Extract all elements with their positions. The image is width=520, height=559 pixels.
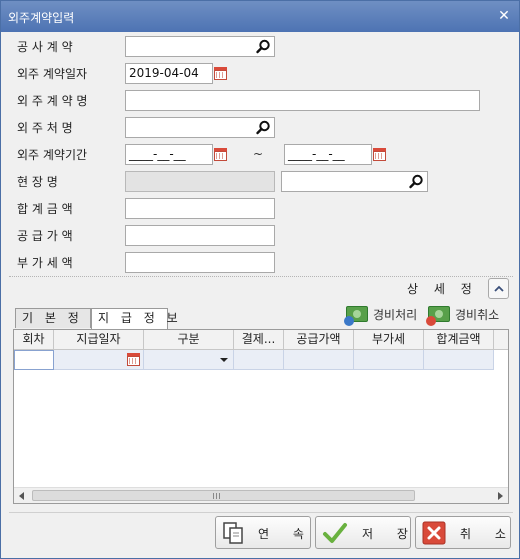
dropdown-arrow-icon[interactable] [220,358,228,362]
checkmark-icon [323,523,347,543]
column-header[interactable]: 결제... [234,330,284,350]
sum-cell[interactable] [424,350,494,370]
calendar-icon[interactable] [213,66,228,81]
outsource-date-field[interactable]: 2019-04-04 [125,63,213,84]
period-from-field[interactable]: ____-__-__ [125,144,213,165]
contract-label: 공 사 계 약 [17,40,73,54]
search-icon[interactable] [408,173,425,190]
tab-payment-info[interactable]: 지 급 정 보 [91,308,178,329]
column-header[interactable]: 지급일자 [54,330,144,350]
chevron-up-icon [494,285,504,292]
scroll-grip [213,493,221,499]
column-header[interactable]: 합계금액 [424,330,494,350]
close-icon[interactable]: ✕ [497,9,511,23]
expense-cancel-button[interactable]: 경비취소 [426,305,508,326]
period-label: 외주 계약기간 [17,148,88,162]
site-name-field[interactable] [281,171,428,192]
column-header[interactable]: 부가세 [354,330,424,350]
column-header[interactable]: 구분 [144,330,234,350]
period-separator: ~ [253,147,264,161]
grid-header: 회차 지급일자 구분 결제... 공급가액 부가세 합계금액 [14,330,508,350]
expense-process-button[interactable]: 경비처리 [344,305,426,326]
type-cell[interactable] [144,350,234,370]
vendor-label: 외 주 처 명 [17,121,73,135]
site-code-field [125,171,275,192]
table-row[interactable] [14,350,508,370]
outsource-date-label: 외주 계약일자 [17,67,88,81]
title-bar[interactable]: 외주계약입력 ✕ [1,1,519,32]
continue-label: 연 속 [258,527,314,541]
continue-button[interactable]: 연 속 [215,516,311,549]
vendor-field[interactable] [125,117,275,138]
scroll-left-icon[interactable] [19,492,24,500]
total-label: 합 계 금 액 [17,202,73,216]
close-icon [422,521,446,545]
save-button[interactable]: 저 장 [315,516,411,549]
collapse-detail-button[interactable] [488,278,509,299]
money-cancel-icon [426,306,450,326]
column-header[interactable]: 공급가액 [284,330,354,350]
round-cell[interactable] [14,350,54,370]
cancel-button[interactable]: 취 소 [415,516,511,549]
calendar-icon[interactable] [126,352,141,367]
supply-amount-field[interactable] [125,225,275,246]
supply-cell[interactable] [284,350,354,370]
footer-bar: 연 속 저 장 취 소 [9,512,513,552]
cancel-label: 취 소 [460,527,516,541]
total-amount-field[interactable] [125,198,275,219]
scroll-right-icon[interactable] [498,492,503,500]
outsource-contract-window: 외주계약입력 ✕ 공 사 계 약 외주 계약일자 2019-04-04 외 주 … [0,0,520,559]
scroll-thumb[interactable] [32,490,415,501]
vat-label: 부 가 세 액 [17,256,73,270]
site-label: 현 장 명 [17,175,58,189]
outsource-name-label: 외 주 계 약 명 [17,94,88,108]
expense-cancel-label: 경비취소 [455,308,500,322]
save-label: 저 장 [362,527,418,541]
search-icon[interactable] [255,38,272,55]
vat-amount-field[interactable] [125,252,275,273]
copy-icon [223,522,243,544]
calendar-icon[interactable] [213,147,228,162]
tab-basic-info[interactable]: 기 본 정 보 [15,308,102,328]
period-to-field[interactable]: ____-__-__ [284,144,372,165]
horizontal-scrollbar[interactable] [14,487,508,503]
expense-process-label: 경비처리 [373,308,418,322]
section-divider [9,276,513,277]
pay-date-cell[interactable] [54,350,144,370]
vat-cell[interactable] [354,350,424,370]
supply-label: 공 급 가 액 [17,229,73,243]
column-header[interactable]: 회차 [14,330,54,350]
search-icon[interactable] [255,119,272,136]
outsource-name-field[interactable] [125,90,480,111]
payment-grid[interactable]: 회차 지급일자 구분 결제... 공급가액 부가세 합계금액 [13,329,509,504]
window-title: 외주계약입력 [8,11,75,25]
contract-field[interactable] [125,36,275,57]
calendar-icon[interactable] [372,147,387,162]
money-icon [344,306,368,326]
payment-cell[interactable] [234,350,284,370]
